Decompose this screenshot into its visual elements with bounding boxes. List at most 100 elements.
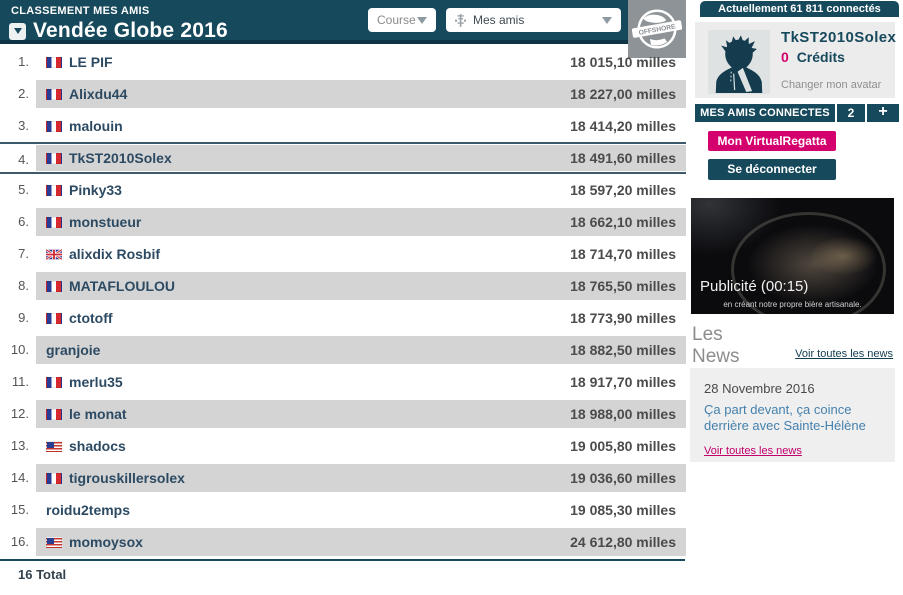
rank-number: 10.: [0, 334, 36, 366]
skipper-name: TkST2010Solex: [69, 150, 172, 166]
course-select-value: Course: [377, 13, 416, 27]
row-body: TkST2010Solex 18 491,60 milles: [36, 145, 686, 171]
skipper-name: granjoie: [46, 342, 100, 358]
distance-value: 24 612,80 milles: [570, 534, 676, 550]
flag-gb-icon: [46, 249, 62, 260]
leaderboard-row[interactable]: 10.granjoie18 882,50 milles: [0, 334, 686, 366]
user-card: TkST2010Solex 0 Crédits Changer mon avat…: [695, 22, 895, 98]
distance-value: 18 597,20 milles: [570, 182, 676, 198]
flag-fr-icon: [46, 281, 62, 292]
chevron-down-icon: [602, 17, 612, 24]
logout-button[interactable]: Se déconnecter: [708, 159, 836, 180]
row-body: merlu35 18 917,70 milles: [36, 368, 686, 396]
row-body: granjoie18 882,50 milles: [36, 336, 686, 364]
username: TkST2010Solex: [781, 29, 896, 46]
rank-number: 3.: [0, 110, 36, 142]
distance-value: 18 917,70 milles: [570, 374, 676, 390]
distance-value: 18 414,20 milles: [570, 118, 676, 134]
leaderboard-row[interactable]: 11.merlu3518 917,70 milles: [0, 366, 686, 398]
chevron-down-icon: [417, 17, 427, 24]
leaderboard-row[interactable]: 5. Pinky33 18 597,20 milles: [0, 174, 686, 206]
distance-value: 18 773,90 milles: [570, 310, 676, 326]
leaderboard-row[interactable]: 12.le monat18 988,00 milles: [0, 398, 686, 430]
row-body: Pinky33 18 597,20 milles: [36, 176, 686, 204]
rank-number: 6.: [0, 206, 36, 238]
row-body: momoysox24 612,80 milles: [36, 528, 686, 556]
connected-friends-count[interactable]: 2: [837, 104, 867, 122]
flag-fr-icon: [46, 121, 62, 132]
video-ad[interactable]: Publicité (00:15) en créant notre propre…: [691, 198, 894, 314]
news-section-title: Les News: [692, 324, 764, 368]
leaderboard-row[interactable]: 1.LE PIF18 015,10 milles: [0, 46, 686, 78]
skipper-name: tigrouskillersolex: [69, 470, 185, 486]
collapse-ranking-button[interactable]: [9, 23, 26, 40]
ranking-header: CLASSEMENT MES AMIS Vendée Globe 2016 Co…: [0, 0, 686, 44]
skipper-name: LE PIF: [69, 54, 113, 70]
rank-number: 16.: [0, 526, 36, 558]
leaderboard-row[interactable]: 4.TkST2010Solex18 491,60 milles: [0, 142, 686, 174]
credits: 0 Crédits: [781, 49, 845, 65]
rank-number: 15.: [0, 494, 36, 526]
skipper-name: alixdix Rosbif: [69, 246, 160, 262]
distance-value: 18 714,70 milles: [570, 246, 676, 262]
leaderboard-row[interactable]: 7. alixdix Rosbif 18 714,70 milles: [0, 238, 686, 270]
rank-number: 13.: [0, 430, 36, 462]
row-body: shadocs 19 005,80 milles: [36, 432, 686, 460]
leaderboard-row[interactable]: 15.roidu2temps19 085,30 milles: [0, 494, 686, 526]
distance-value: 18 765,50 milles: [570, 278, 676, 294]
see-all-news-link[interactable]: Voir toutes les news: [795, 348, 893, 360]
total-divider: [0, 559, 685, 561]
see-all-news-link-bottom[interactable]: Voir toutes les news: [704, 445, 802, 457]
skipper-name: shadocs: [69, 438, 126, 454]
leaderboard-row[interactable]: 16.momoysox24 612,80 milles: [0, 526, 686, 558]
rank-number: 7.: [0, 238, 36, 270]
skipper-name: monstueur: [69, 214, 141, 230]
friends-icon: [455, 14, 466, 27]
news-headline-link[interactable]: Ça part devant, ça coince derrière avec …: [704, 402, 881, 434]
flag-fr-icon: [46, 313, 62, 324]
flag-fr-icon: [46, 89, 62, 100]
sidebar: Actuellement 61 811 connectés TkST2010So…: [690, 0, 903, 595]
row-body: Alixdu4418 227,00 milles: [36, 80, 686, 108]
my-virtualregatta-button[interactable]: Mon VirtualRegatta: [708, 131, 836, 151]
ranking-eyebrow: CLASSEMENT MES AMIS: [11, 5, 150, 17]
change-avatar-link[interactable]: Changer mon avatar: [781, 79, 881, 91]
row-body: ctotoff18 773,90 milles: [36, 304, 686, 332]
row-body: monstueur 18 662,10 milles: [36, 208, 686, 236]
row-body: roidu2temps19 085,30 milles: [36, 496, 686, 524]
leaderboard-row[interactable]: 13. shadocs 19 005,80 milles: [0, 430, 686, 462]
add-friend-button[interactable]: +: [867, 104, 899, 122]
rank-number: 5.: [0, 174, 36, 206]
friends-filter-select[interactable]: Mes amis: [446, 8, 621, 32]
rank-number: 1.: [0, 46, 36, 78]
skipper-name: Alixdu44: [69, 86, 127, 102]
row-body: LE PIF18 015,10 milles: [36, 48, 686, 76]
connected-friends-bar: MES AMIS CONNECTES 2 +: [695, 104, 899, 122]
distance-value: 18 662,10 milles: [570, 214, 676, 230]
skipper-name: MATAFLOULOU: [69, 278, 175, 294]
avatar[interactable]: [708, 30, 770, 94]
rank-number: 14.: [0, 462, 36, 494]
news-card: 28 Novembre 2016 Ça part devant, ça coin…: [690, 368, 895, 462]
skipper-name: malouin: [69, 118, 123, 134]
skipper-name: merlu35: [69, 374, 123, 390]
leaderboard-row[interactable]: 3. malouin 18 414,20 milles: [0, 110, 686, 142]
flag-fr-icon: [46, 217, 62, 228]
flag-fr-icon: [46, 473, 62, 484]
leaderboard-row[interactable]: 9.ctotoff18 773,90 milles: [0, 302, 686, 334]
leaderboard-row[interactable]: 6. monstueur 18 662,10 milles: [0, 206, 686, 238]
ad-subtitle: en créant notre propre bière artisanale.: [691, 300, 894, 309]
distance-value: 19 005,80 milles: [570, 438, 676, 454]
leaderboard-row[interactable]: 2.Alixdu4418 227,00 milles: [0, 78, 686, 110]
skipper-name: Pinky33: [69, 182, 122, 198]
flag-fr-icon: [46, 153, 62, 164]
course-select[interactable]: Course: [368, 8, 436, 32]
leaderboard-row[interactable]: 14.tigrouskillersolex19 036,60 milles: [0, 462, 686, 494]
connected-friends-label: MES AMIS CONNECTES: [695, 104, 837, 122]
leaderboard-row[interactable]: 8.MATAFLOULOU18 765,50 milles: [0, 270, 686, 302]
distance-value: 18 491,60 milles: [570, 150, 676, 166]
row-body: alixdix Rosbif 18 714,70 milles: [36, 240, 686, 268]
flag-fr-icon: [46, 377, 62, 388]
rank-number: 2.: [0, 78, 36, 110]
flag-us-icon: [46, 441, 62, 452]
